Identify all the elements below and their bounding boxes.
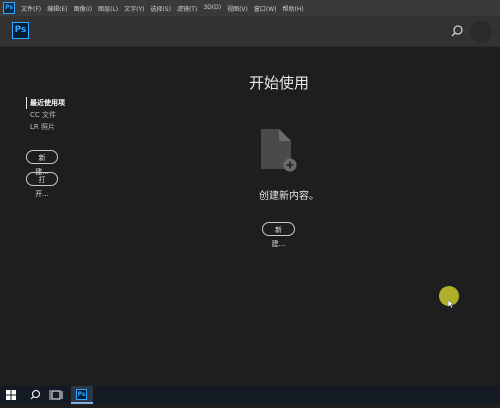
sidebar-item-recent[interactable]: 最近使用项 (26, 97, 65, 109)
sidebar-item-cc-files[interactable]: CC 文件 (26, 109, 65, 121)
page-title: 开始使用 (248, 74, 309, 92)
app-header: Ps (0, 16, 500, 47)
create-new-text: 创建新内容。 (259, 191, 319, 202)
photoshop-logo[interactable]: Ps (12, 22, 29, 39)
search-icon[interactable] (449, 23, 465, 39)
menu-bar: Ps 文件(F) 编辑(E) 图像(I) 图层(L) 文字(Y) 选择(S) 滤… (0, 0, 500, 16)
photoshop-icon: Ps (76, 389, 87, 400)
menu-items: 文件(F) 编辑(E) 图像(I) 图层(L) 文字(Y) 选择(S) 滤镜(T… (21, 4, 310, 13)
menu-filter[interactable]: 滤镜(T) (177, 4, 197, 13)
app-icon: Ps (3, 2, 15, 14)
sidebar-new-button[interactable]: 新建... (26, 150, 58, 176)
sidebar-open-button[interactable]: 打开... (26, 172, 58, 198)
menu-image[interactable]: 图像(I) (74, 4, 92, 13)
mouse-cursor-icon (447, 293, 455, 309)
menu-edit[interactable]: 编辑(E) (47, 4, 67, 13)
sidebar-item-lr-photos[interactable]: LR 照片 (26, 121, 65, 133)
windows-icon[interactable] (0, 386, 22, 404)
menu-3d[interactable]: 3D(D) (203, 4, 221, 13)
task-view-icon[interactable] (46, 386, 68, 404)
menu-select[interactable]: 选择(S) (150, 4, 171, 13)
menu-help[interactable]: 帮助(H) (283, 4, 304, 13)
sidebar: 最近使用项 CC 文件 LR 照片 (26, 97, 65, 133)
menu-view[interactable]: 视图(V) (227, 4, 248, 13)
menu-window[interactable]: 窗口(W) (254, 4, 277, 13)
photoshop-taskbar-button[interactable]: Ps (71, 386, 93, 404)
avatar[interactable] (470, 21, 492, 43)
menu-layer[interactable]: 图层(L) (98, 4, 118, 13)
search-icon[interactable] (24, 386, 46, 404)
menu-file[interactable]: 文件(F) (21, 4, 41, 13)
new-document-icon (259, 127, 299, 173)
main-new-button[interactable]: 新建... (262, 222, 295, 248)
start-workspace: 开始使用 最近使用项 CC 文件 LR 照片 新建... 打开... 创建新内容… (0, 47, 500, 385)
windows-taskbar: Ps (0, 386, 500, 404)
menu-type[interactable]: 文字(Y) (124, 4, 144, 13)
